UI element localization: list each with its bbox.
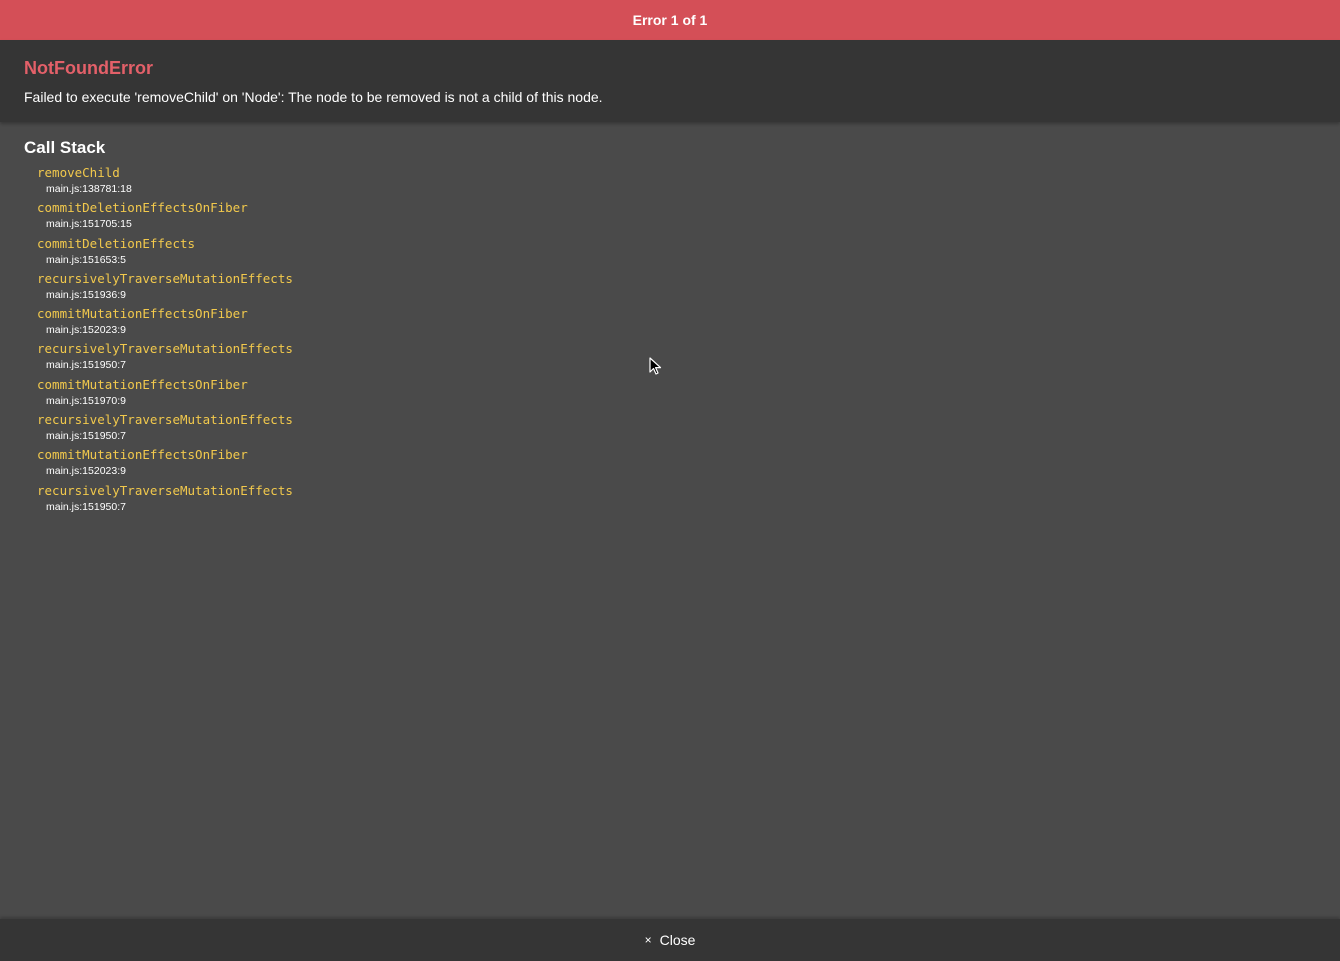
error-overlay: Error 1 of 1 NotFoundError Failed to exe… — [0, 0, 1340, 961]
stack-frame-list: removeChild main.js:138781:18 commitDele… — [24, 164, 1316, 517]
stack-frame-function: commitDeletionEffectsOnFiber — [37, 200, 248, 216]
error-header: NotFoundError Failed to execute 'removeC… — [0, 40, 1340, 122]
stack-frame[interactable]: recursivelyTraverseMutationEffects main.… — [37, 270, 1316, 305]
stack-frame-location: main.js:151653:5 — [46, 253, 126, 266]
stack-frame-location: main.js:138781:18 — [46, 183, 132, 195]
stack-frame-function: commitMutationEffectsOnFiber — [37, 376, 248, 392]
stack-frame-function: recursivelyTraverseMutationEffects — [37, 270, 293, 286]
stack-frame-function: commitDeletionEffects — [37, 235, 196, 251]
stack-frame-location: main.js:152023:9 — [46, 324, 126, 337]
error-count-label: Error 1 of 1 — [632, 12, 708, 28]
stack-frame-location: main.js:151936:9 — [46, 288, 126, 301]
stack-frame[interactable]: recursivelyTraverseMutationEffects main.… — [37, 482, 1316, 517]
stack-frame[interactable]: commitMutationEffectsOnFiber main.js:152… — [37, 446, 1316, 481]
stack-frame-location: main.js:152023:9 — [46, 465, 126, 478]
call-stack: Call Stack removeChild main.js:138781:18… — [0, 122, 1340, 517]
stack-frame-function: recursivelyTraverseMutationEffects — [37, 412, 293, 428]
call-stack-title: Call Stack — [24, 138, 106, 157]
stack-frame-function: commitMutationEffectsOnFiber — [37, 447, 248, 463]
close-button[interactable]: × Close — [637, 928, 704, 952]
stack-frame-function: removeChild — [37, 165, 120, 180]
stack-frame-location: main.js:151950:7 — [46, 430, 126, 443]
error-message: Failed to execute 'removeChild' on 'Node… — [24, 89, 603, 105]
mouse-cursor-icon — [649, 357, 662, 375]
error-name: NotFoundError — [24, 58, 153, 78]
stack-frame[interactable]: commitMutationEffectsOnFiber main.js:151… — [37, 376, 1316, 411]
error-count-bar: Error 1 of 1 — [0, 0, 1340, 40]
stack-frame-location: main.js:151950:7 — [46, 359, 126, 372]
stack-frame-location: main.js:151950:7 — [46, 500, 126, 513]
stack-frame[interactable]: commitDeletionEffects main.js:151653:5 — [37, 235, 1316, 270]
stack-frame-function: recursivelyTraverseMutationEffects — [37, 482, 293, 498]
stack-frame[interactable]: commitMutationEffectsOnFiber main.js:152… — [37, 305, 1316, 340]
stack-frame[interactable]: commitDeletionEffectsOnFiber main.js:151… — [37, 199, 1316, 234]
stack-frame[interactable]: recursivelyTraverseMutationEffects main.… — [37, 411, 1316, 446]
stack-frame-location: main.js:151705:15 — [46, 218, 132, 231]
stack-frame[interactable]: removeChild main.js:138781:18 — [37, 164, 1316, 199]
stack-frame-function: commitMutationEffectsOnFiber — [37, 306, 248, 322]
close-label: Close — [659, 932, 696, 948]
bottom-bar: × Close — [0, 919, 1340, 961]
stack-frame-function: recursivelyTraverseMutationEffects — [37, 341, 293, 357]
close-icon: × — [644, 933, 652, 947]
stack-frame[interactable]: recursivelyTraverseMutationEffects main.… — [37, 340, 1316, 375]
stack-frame-location: main.js:151970:9 — [46, 394, 126, 407]
